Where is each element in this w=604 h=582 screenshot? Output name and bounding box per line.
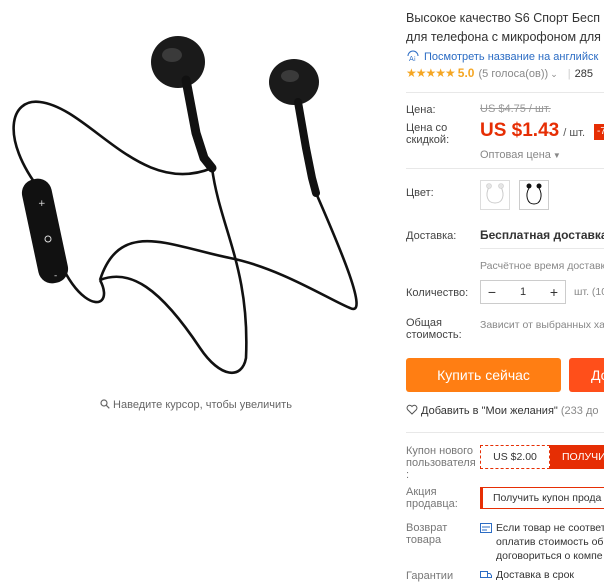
color-swatch-white[interactable]: [480, 180, 510, 210]
new-user-coupon-amount: US $2.00: [480, 445, 550, 469]
left-earbud: [151, 36, 217, 173]
quantity-stepper: − 1 +: [480, 280, 566, 304]
product-title: Высокое качество S6 Спорт Бесп для телеф…: [406, 9, 604, 47]
total-label-line-1: Общая: [406, 317, 442, 329]
wholesale-price-toggle[interactable]: Оптовая цена ▼: [480, 149, 561, 161]
quantity-increase-button[interactable]: +: [543, 281, 565, 303]
total-label: Общая стоимость:: [406, 317, 462, 341]
returns-label-line-1: Возврат: [406, 522, 448, 534]
caret-down-icon: ▼: [552, 151, 561, 160]
returns-label-line-2: товара: [406, 534, 442, 546]
total-label-line-2: стоимость:: [406, 329, 462, 341]
add-to-cart-button[interactable]: До: [569, 358, 604, 392]
discount-price-label: Цена со скидкой:: [406, 122, 449, 146]
seller-label-line-1: Акция: [406, 486, 437, 498]
price-label: Цена:: [406, 104, 436, 116]
magnifier-icon: [100, 399, 110, 409]
total-value: Зависит от выбранных ха: [480, 319, 604, 331]
new-user-label-line-2: пользователя: [406, 457, 476, 469]
translate-link-text[interactable]: Посмотреть название на английск: [424, 51, 598, 63]
seller-promo-label: Акция продавца:: [406, 486, 458, 510]
price-unit: / шт.: [563, 127, 586, 139]
shipping-option[interactable]: Бесплатная доставка в: [480, 228, 604, 242]
discount-label-line-1: Цена со: [406, 122, 448, 134]
get-coupon-button[interactable]: ПОЛУЧИ: [550, 445, 604, 469]
wishlist-text: Добавить в "Мои желания": [421, 405, 558, 417]
translate-icon: A i: [407, 50, 419, 62]
rating-value: 5.0: [457, 66, 475, 80]
divider: [480, 248, 604, 249]
product-gallery: + - Наведите курсор, чтобы увеличить: [0, 0, 392, 582]
remote-control: + -: [21, 178, 69, 284]
rating-stars: ★★★★★: [406, 66, 456, 80]
svg-text:+: +: [38, 199, 46, 209]
returns-text-line-1: Если товар не соответ: [496, 522, 604, 534]
new-user-label-line-1: Купон нового: [406, 445, 474, 457]
returns-text-line-3: договориться о компе: [496, 550, 603, 562]
original-price: US $4.75 / шт.: [480, 103, 551, 115]
discount-price-amount: US $1.43: [480, 120, 560, 141]
product-image[interactable]: + -: [0, 18, 392, 378]
svg-text:i: i: [414, 56, 416, 62]
returns-text-line-2: оплатив стоимость об: [496, 536, 604, 548]
black-earphones-icon: [526, 183, 542, 205]
orders-count: 285: [574, 68, 593, 80]
guarantee-text: Доставка в срок: [496, 569, 575, 581]
divider: [406, 92, 604, 93]
title-line-1: Высокое качество S6 Спорт Бесп: [406, 11, 600, 25]
guarantee-label: Гарантии: [406, 570, 454, 582]
wishlist-count: (233 до: [560, 405, 599, 417]
discount-label-line-2: скидкой:: [406, 134, 450, 146]
translate-title-link[interactable]: A i Посмотреть название на английск: [406, 50, 598, 63]
seller-label-line-2: продавца:: [406, 498, 458, 510]
divider: [406, 432, 604, 433]
discount-badge: -7: [594, 124, 604, 140]
shipping-estimate: Расчётное время доставк: [480, 260, 604, 272]
title-line-2: для телефона с микрофоном для: [406, 30, 601, 44]
white-earphones-icon: [486, 183, 504, 204]
product-info: Высокое качество S6 Спорт Бесп для телеф…: [406, 0, 604, 582]
discount-price: US $1.43/ шт.: [480, 120, 585, 142]
right-earbud: [269, 59, 320, 197]
new-user-coupon-label: Купон нового пользователя :: [406, 445, 476, 481]
quantity-available: шт. (10: [574, 286, 604, 298]
quantity-label: Количество:: [406, 287, 469, 299]
quantity-input[interactable]: 1: [503, 281, 543, 303]
shipping-label: Доставка:: [406, 230, 457, 242]
returns-text: Если товар не соответ оплатив стоимость …: [496, 521, 604, 563]
zoom-hint-text: Наведите курсор, чтобы увеличить: [113, 399, 292, 411]
heart-icon: [406, 404, 418, 415]
orders-separator: |: [567, 68, 571, 80]
delivery-truck-icon: [480, 571, 492, 578]
buy-now-button[interactable]: Купить сейчас: [406, 358, 561, 392]
chevron-down-icon: ⌄: [550, 69, 558, 79]
votes-text: (5 голоса(ов)): [478, 68, 549, 80]
new-user-label-line-3: :: [406, 469, 410, 481]
returns-label: Возврат товара: [406, 522, 447, 546]
wholesale-text: Оптовая цена: [480, 149, 551, 161]
svg-text:-: -: [54, 271, 57, 281]
get-seller-coupon-button[interactable]: Получить купон прода: [480, 487, 604, 509]
zoom-hint: Наведите курсор, чтобы увеличить: [0, 399, 392, 411]
color-label: Цвет:: [406, 187, 434, 199]
divider: [406, 168, 604, 169]
quantity-decrease-button[interactable]: −: [481, 281, 503, 303]
rating-row: ★★★★★ 5.0 (5 голоса(ов)) ⌄ | 285: [406, 66, 593, 80]
votes-count[interactable]: (5 голоса(ов)) ⌄: [478, 68, 557, 80]
add-to-wishlist-link[interactable]: Добавить в "Мои желания" (233 до: [406, 404, 598, 417]
color-swatch-black[interactable]: [519, 180, 549, 210]
return-icon: [480, 523, 492, 533]
